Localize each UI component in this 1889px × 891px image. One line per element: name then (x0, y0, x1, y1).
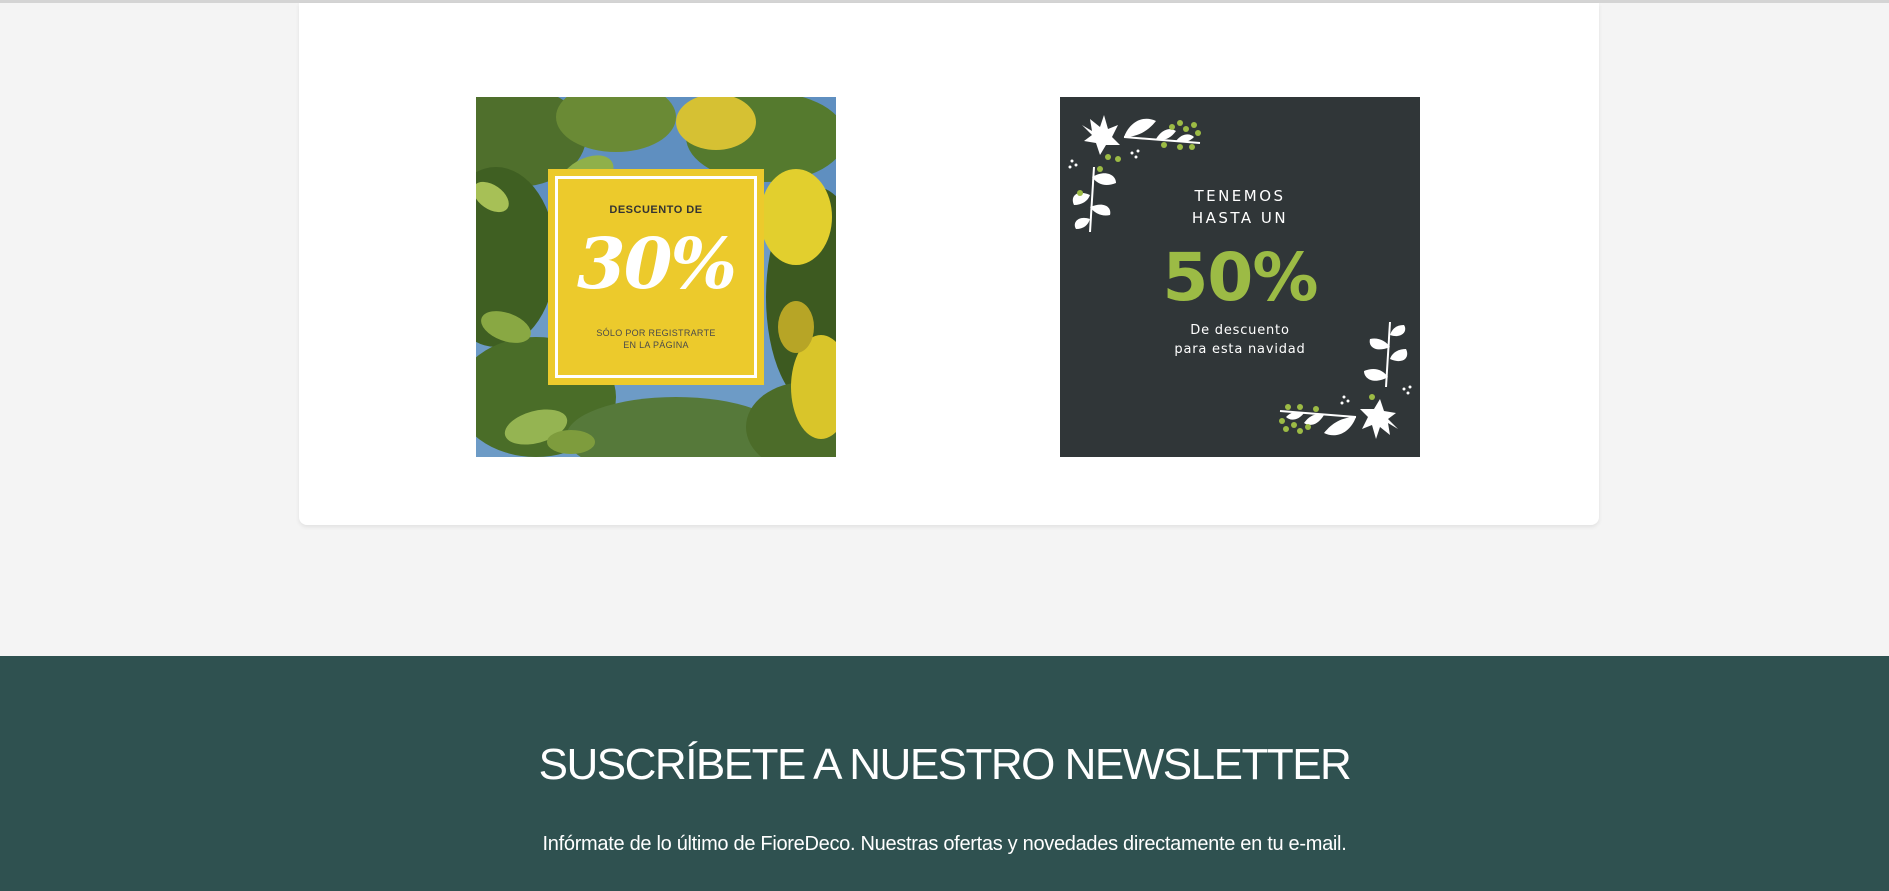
christmas-heading: TENEMOS HASTA UN (1170, 185, 1310, 229)
christmas-subtext: De descuento para esta navidad (1150, 321, 1330, 359)
discount-heading: DESCUENTO DE (609, 204, 703, 216)
discount-subtext-line-2: EN LA PÁGINA (623, 340, 689, 350)
newsletter-description: Infórmate de lo último de FioreDeco. Nue… (542, 833, 1347, 855)
newsletter-section: SUSCRÍBETE A NUESTRO NEWSLETTER Infórmat… (0, 656, 1889, 891)
discount-subtext: SÓLO POR REGISTRARTE EN LA PÁGINA (578, 327, 734, 351)
discount-box: DESCUENTO DE 30% SÓLO POR REGISTRARTE EN… (548, 169, 764, 385)
newsletter-title: SUSCRÍBETE A NUESTRO NEWSLETTER (538, 740, 1352, 789)
promo-banner-30-percent[interactable]: DESCUENTO DE 30% SÓLO POR REGISTRARTE EN… (476, 97, 836, 457)
christmas-subtext-line-1: De descuento (1190, 323, 1290, 338)
christmas-heading-line-2: HASTA UN (1191, 209, 1289, 227)
discount-subtext-line-1: SÓLO POR REGISTRARTE (596, 328, 716, 338)
christmas-discount-value: 50% (1162, 239, 1319, 316)
christmas-subtext-line-2: para esta navidad (1174, 342, 1306, 357)
christmas-heading-line-1: TENEMOS (1194, 187, 1286, 205)
discount-value: 30% (577, 222, 737, 305)
promo-banner-50-percent[interactable]: TENEMOS HASTA UN 50% De descuento para e… (1060, 97, 1420, 457)
promotions-card: DESCUENTO DE 30% SÓLO POR REGISTRARTE EN… (299, 3, 1599, 525)
